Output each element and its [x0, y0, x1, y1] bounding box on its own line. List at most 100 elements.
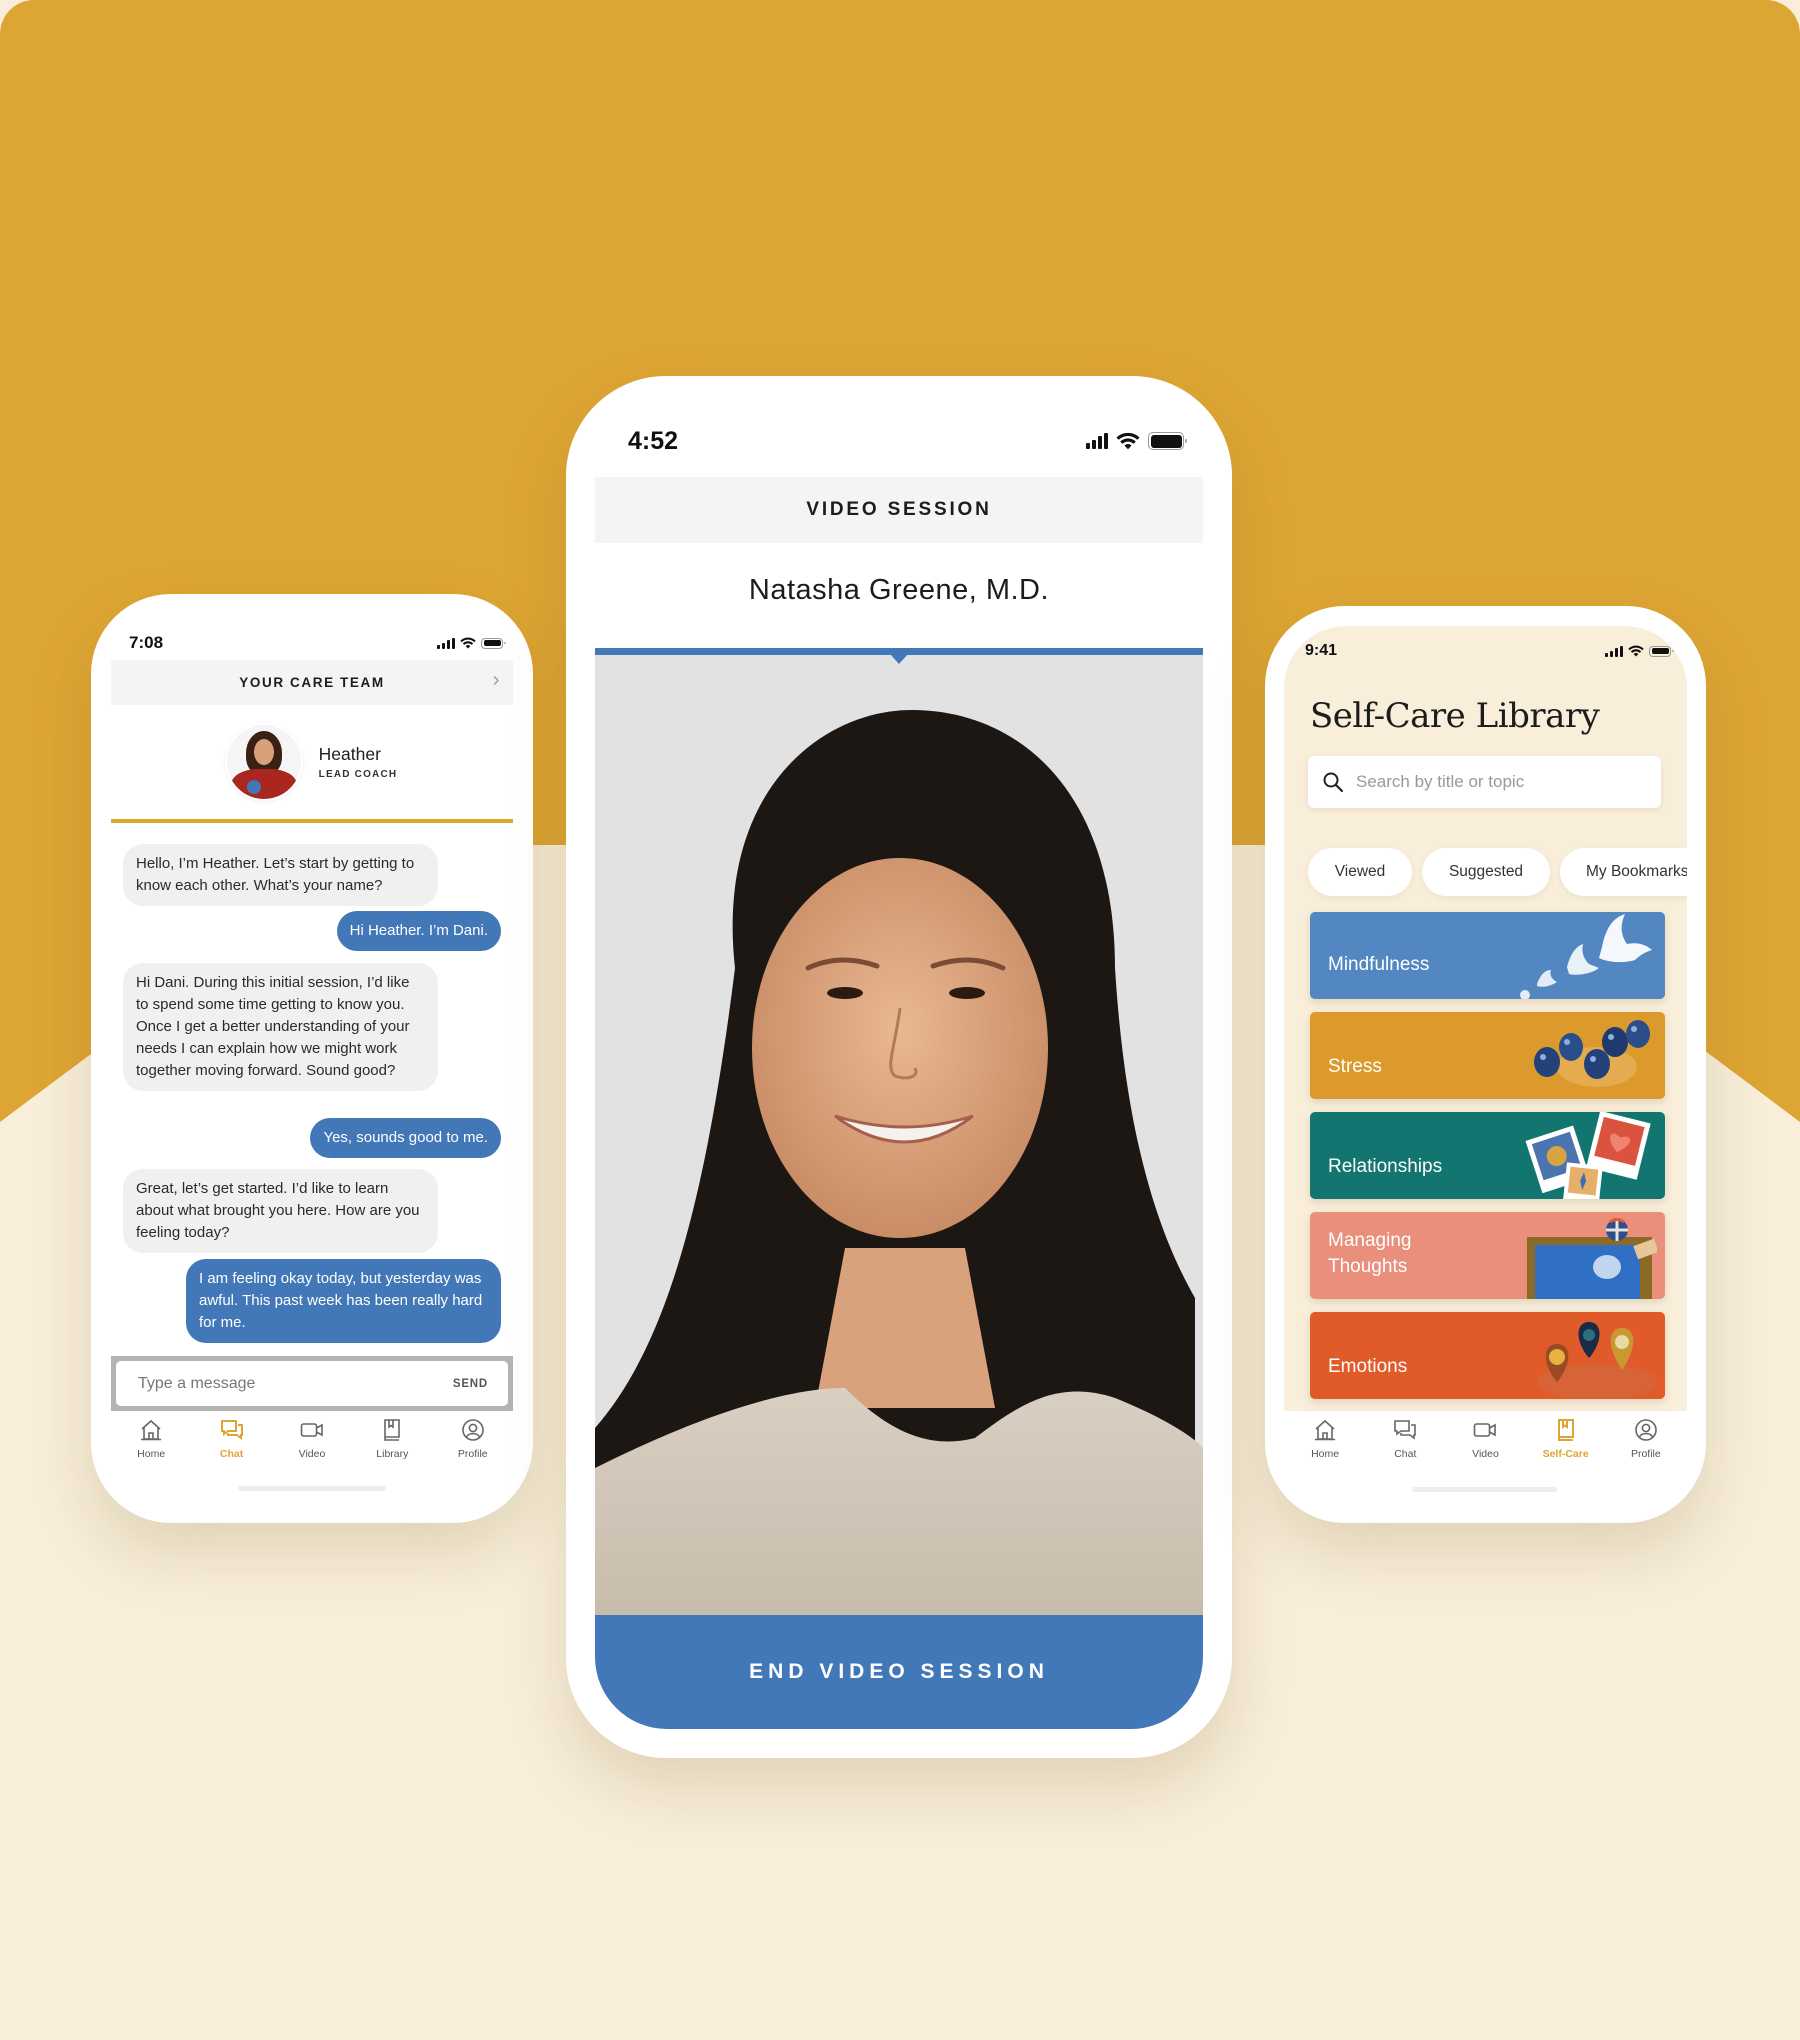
signal-icon: [437, 637, 455, 649]
care-team-title: YOUR CARE TEAM: [239, 675, 385, 690]
end-video-session-button[interactable]: END VIDEO SESSION: [595, 1615, 1203, 1729]
battery-icon: [1148, 432, 1187, 450]
map-pins-illustration: [1537, 1322, 1657, 1399]
category-card-mindfulness[interactable]: Mindfulness: [1310, 912, 1665, 999]
profile-icon: [1635, 1419, 1657, 1441]
wifi-icon: [1116, 432, 1140, 450]
message-bubble-coach: Great, let’s get started. I’d like to le…: [123, 1169, 438, 1253]
category-card-relationships[interactable]: Relationships: [1310, 1112, 1665, 1199]
tab-label: Profile: [457, 1448, 488, 1460]
polaroids-illustration: [1525, 1112, 1651, 1199]
tab-self-care[interactable]: Self-Care: [1536, 1417, 1596, 1460]
tab-bar: Home Chat Video Library Profile: [111, 1417, 513, 1460]
balloons-illustration: [1534, 1020, 1650, 1087]
tab-profile[interactable]: Profile: [443, 1417, 503, 1460]
tab-chat[interactable]: Chat: [202, 1417, 262, 1460]
page-title: Self-Care Library: [1310, 696, 1600, 736]
battery-icon: [1649, 645, 1674, 657]
message-input[interactable]: Type a message SEND: [116, 1361, 508, 1406]
library-icon: [384, 1419, 401, 1441]
chat-phone: 7:08 YOUR CARE TEAM › Heather LEAD COACH: [91, 594, 533, 1523]
video-feed[interactable]: [595, 648, 1203, 1615]
chevron-right-icon[interactable]: ›: [493, 669, 501, 692]
tab-label: Self-Care: [1542, 1448, 1589, 1460]
doctor-face: [752, 858, 1048, 1238]
status-time: 7:08: [129, 633, 164, 652]
wifi-icon: [1628, 645, 1644, 657]
tab-library[interactable]: Library: [362, 1417, 422, 1460]
tab-home[interactable]: Home: [121, 1417, 181, 1460]
battery-icon: [481, 637, 506, 649]
message-composer: Type a message SEND: [111, 1356, 513, 1411]
category-card-managing-thoughts[interactable]: Managing Thoughts: [1310, 1212, 1665, 1299]
status-icons: [1086, 432, 1187, 450]
video-icon: [300, 1423, 323, 1437]
category-label: Mindfulness: [1328, 954, 1430, 975]
video-pointer-caret: [890, 654, 908, 664]
message-bubble-user: Yes, sounds good to me.: [310, 1118, 501, 1158]
picture-frame-illustration: [1527, 1217, 1657, 1299]
coach-name: Heather: [318, 744, 381, 764]
video-icon: [1474, 1423, 1497, 1437]
marketing-canvas: 7:08 YOUR CARE TEAM › Heather LEAD COACH: [0, 0, 1800, 2040]
home-indicator[interactable]: [1412, 1487, 1557, 1492]
tab-video[interactable]: Video: [1455, 1417, 1515, 1460]
avatar-face: [253, 739, 274, 765]
online-status-dot: [247, 780, 261, 794]
search-input[interactable]: [1356, 772, 1636, 792]
doves-illustration: [1520, 914, 1652, 999]
care-team-header[interactable]: YOUR CARE TEAM ›: [111, 660, 513, 705]
category-label: Relationships: [1328, 1156, 1443, 1177]
message-bubble-coach: Hello, I’m Heather. Let’s start by getti…: [123, 844, 438, 906]
signal-icon: [1605, 645, 1623, 657]
filter-chip-bookmarks[interactable]: My Bookmarks: [1560, 848, 1687, 896]
search-box[interactable]: [1308, 756, 1661, 808]
tab-home[interactable]: Home: [1295, 1417, 1355, 1460]
tab-label: Chat: [1394, 1448, 1417, 1460]
coach-card[interactable]: Heather LEAD COACH: [91, 722, 533, 802]
message-placeholder: Type a message: [138, 1374, 256, 1392]
status-bar: 4:52: [628, 424, 1187, 458]
video-phone: 4:52 VIDEO SESSION Natasha Greene, M.D.: [566, 376, 1232, 1758]
coach-avatar: [226, 725, 301, 799]
status-bar: 9:41: [1305, 640, 1674, 662]
tab-label: Profile: [1630, 1448, 1661, 1460]
tab-video[interactable]: Video: [282, 1417, 342, 1460]
search-icon: [1323, 772, 1344, 793]
message-bubble-user: Hi Heather. I’m Dani.: [336, 911, 501, 951]
filter-chip-suggested[interactable]: Suggested: [1422, 848, 1550, 896]
message-bubble-user: I am feeling okay today, but yesterday w…: [186, 1259, 501, 1343]
category-card-emotions[interactable]: Emotions: [1310, 1312, 1665, 1399]
home-icon: [141, 1419, 162, 1441]
status-bar: 7:08: [129, 630, 506, 656]
library-screen: 9:41 Self-Care Library Viewed Suggested …: [1284, 626, 1687, 1411]
message-bubble-coach: Hi Dani. During this initial session, I’…: [123, 963, 438, 1091]
home-indicator[interactable]: [238, 1486, 386, 1491]
filter-chip-viewed[interactable]: Viewed: [1308, 848, 1412, 896]
status-icons: [1605, 645, 1674, 657]
doctor-name: Natasha Greene, M.D.: [748, 574, 1050, 606]
right-eye: [949, 987, 985, 999]
avatar-body: [230, 769, 297, 799]
library-phone: 9:41 Self-Care Library Viewed Suggested …: [1265, 606, 1706, 1523]
video-session-header: VIDEO SESSION: [595, 477, 1203, 543]
coach-info: Heather LEAD COACH: [319, 744, 398, 780]
tab-label: Video: [298, 1448, 326, 1460]
tab-label: Home: [137, 1448, 166, 1460]
tab-label: Chat: [219, 1448, 244, 1460]
tab-chat[interactable]: Chat: [1375, 1417, 1435, 1460]
wifi-icon: [460, 637, 476, 649]
tab-profile[interactable]: Profile: [1616, 1417, 1676, 1460]
status-time: 4:52: [628, 426, 679, 455]
chat-icon: [220, 1420, 243, 1440]
chat-icon: [1394, 1420, 1417, 1440]
category-label: Emotions: [1328, 1356, 1408, 1377]
send-button[interactable]: SEND: [453, 1378, 488, 1390]
category-card-stress[interactable]: Stress: [1310, 1012, 1665, 1099]
profile-icon: [461, 1419, 484, 1441]
doctor-video-image: [595, 648, 1203, 1615]
category-label: Managing Thoughts: [1328, 1230, 1412, 1277]
doctor-neck: [815, 1248, 995, 1408]
home-icon: [1315, 1419, 1336, 1441]
category-label: Stress: [1328, 1056, 1382, 1077]
